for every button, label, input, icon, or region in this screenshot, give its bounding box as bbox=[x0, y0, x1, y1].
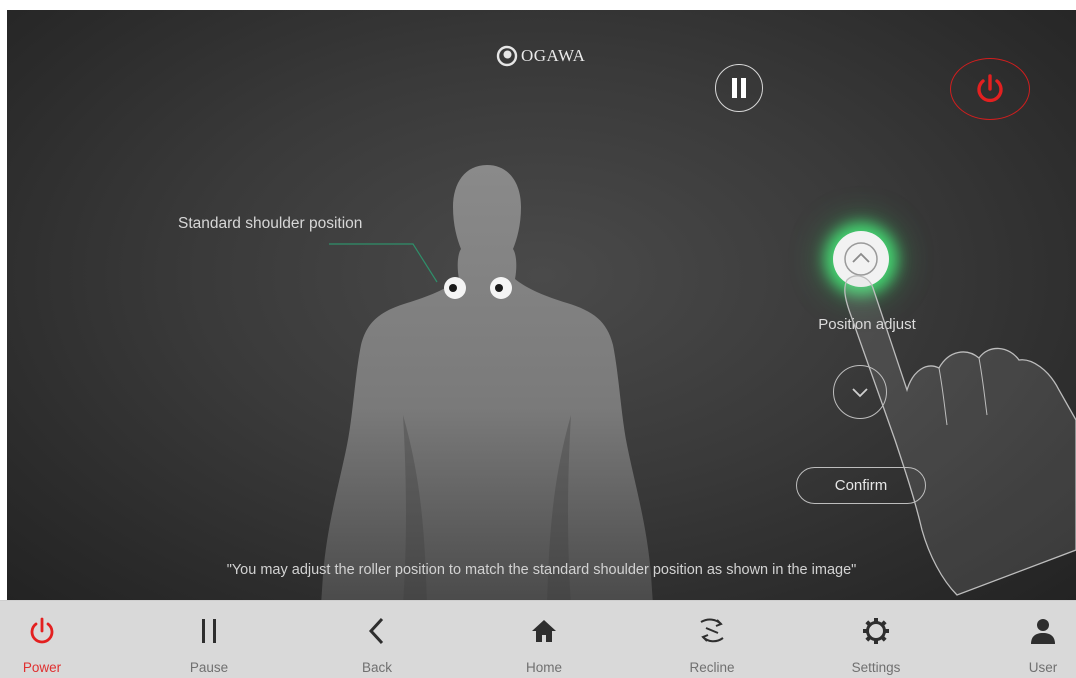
nav-user[interactable]: User bbox=[998, 601, 1076, 678]
nav-back-label: Back bbox=[361, 660, 392, 675]
nav-pause[interactable]: Pause bbox=[164, 601, 254, 678]
nav-recline[interactable]: Recline bbox=[667, 601, 757, 678]
nav-pause-label: Pause bbox=[189, 660, 229, 675]
nav-settings[interactable]: Settings bbox=[831, 601, 921, 678]
position-up-button[interactable] bbox=[833, 231, 889, 287]
shoulder-position-label: Standard shoulder position bbox=[178, 215, 363, 232]
nav-home-label: Home bbox=[525, 660, 562, 675]
bottom-navigation-bar: Power Pause Back Home Recline Settings U… bbox=[0, 600, 1076, 678]
nav-power[interactable]: Power bbox=[0, 601, 87, 678]
position-down-button[interactable] bbox=[833, 365, 887, 419]
power-button[interactable] bbox=[950, 58, 1030, 120]
nav-user-label: User bbox=[1028, 660, 1058, 675]
nav-settings-label: Settings bbox=[851, 660, 901, 675]
roller-right bbox=[490, 277, 512, 299]
brand-name: OGAWA bbox=[521, 46, 586, 65]
nav-power-label: Power bbox=[22, 660, 62, 675]
pause-icon bbox=[732, 78, 746, 98]
chevron-down-icon bbox=[852, 388, 868, 398]
brand-logo: OGAWA bbox=[496, 44, 585, 68]
nav-home[interactable]: Home bbox=[499, 601, 589, 678]
confirm-button[interactable]: Confirm bbox=[796, 467, 926, 504]
power-icon bbox=[25, 614, 59, 648]
recline-icon bbox=[695, 614, 729, 648]
power-icon bbox=[977, 74, 1003, 103]
back-icon bbox=[360, 614, 394, 648]
nav-recline-label: Recline bbox=[689, 660, 735, 675]
pointing-hand-icon bbox=[844, 275, 1076, 596]
chevron-up-icon bbox=[844, 242, 878, 276]
main-screen: OGAWA Standard shoulder position Positio… bbox=[7, 10, 1076, 600]
gear-icon bbox=[859, 614, 893, 648]
pause-icon bbox=[192, 614, 226, 648]
position-adjust-label: Position adjust bbox=[818, 316, 916, 333]
pause-button[interactable] bbox=[715, 64, 763, 112]
instruction-hint: "You may adjust the roller position to m… bbox=[226, 562, 857, 578]
user-icon bbox=[1026, 614, 1060, 648]
nav-back[interactable]: Back bbox=[332, 601, 422, 678]
roller-left bbox=[444, 277, 466, 299]
label-leader-line bbox=[329, 243, 438, 283]
ogawa-logo-icon bbox=[496, 45, 518, 67]
home-icon bbox=[527, 614, 561, 648]
